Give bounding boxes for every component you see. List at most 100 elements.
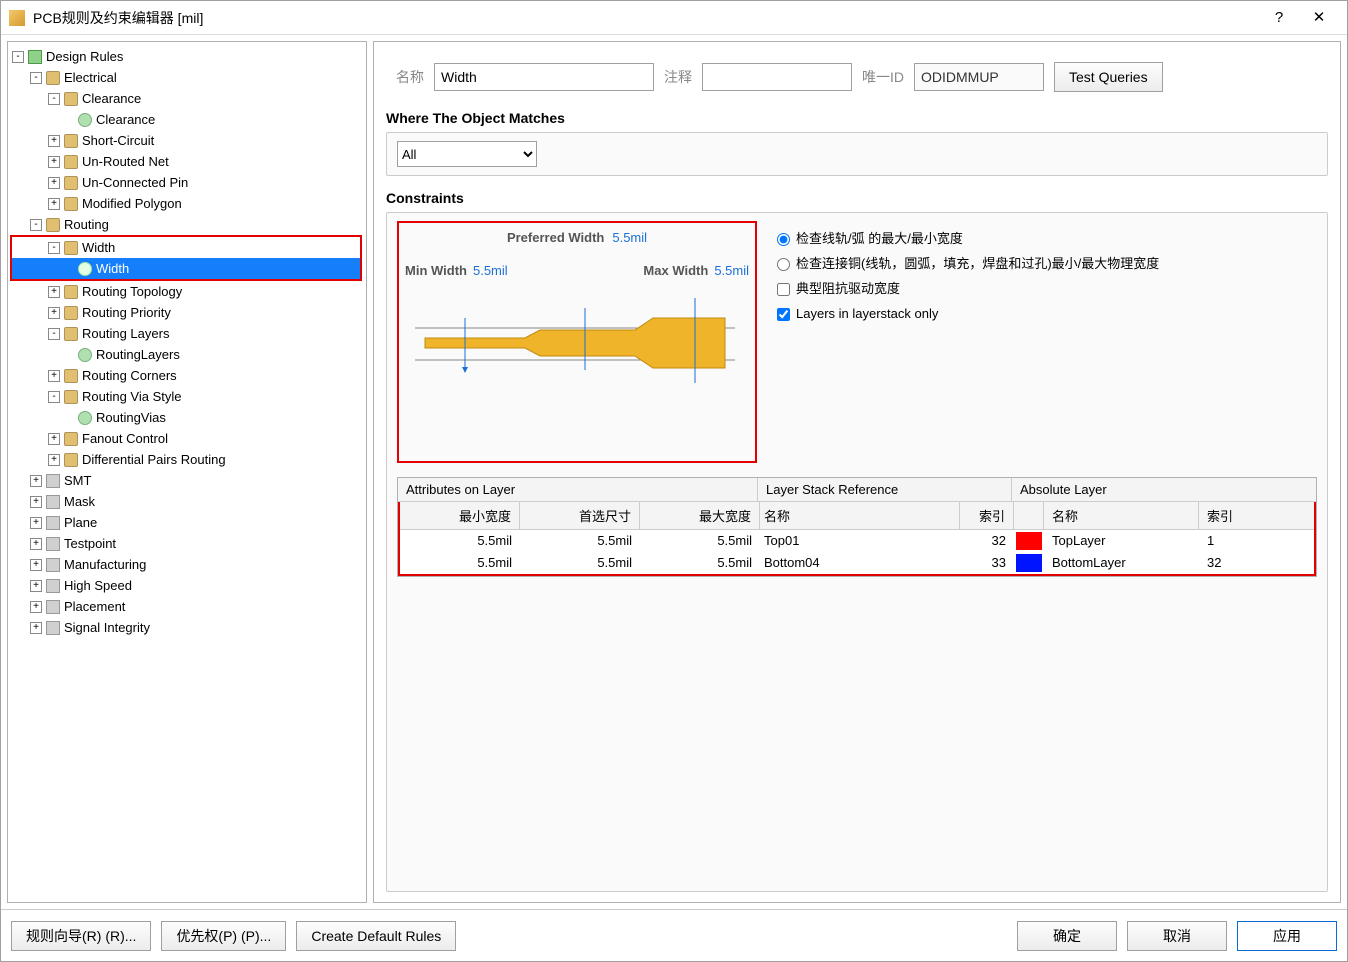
tree-testpoint[interactable]: +Testpoint bbox=[12, 533, 362, 554]
check-mode-option-1[interactable]: 检查线轨/弧 的最大/最小宽度 bbox=[777, 231, 1159, 248]
expand-icon[interactable]: + bbox=[30, 517, 42, 529]
min-width-value[interactable]: 5.5mil bbox=[473, 263, 508, 278]
col-abs[interactable]: 名称 bbox=[1044, 502, 1199, 529]
expand-icon[interactable]: + bbox=[48, 454, 60, 466]
expand-icon[interactable]: + bbox=[48, 370, 60, 382]
close-button[interactable]: ✕ bbox=[1299, 5, 1339, 31]
check-mode-option-2[interactable]: 检查连接铜(线轨，圆弧，填充，焊盘和过孔)最小/最大物理宽度 bbox=[777, 256, 1159, 273]
tree-hispeed[interactable]: +High Speed bbox=[12, 575, 362, 596]
tree-rprio[interactable]: +Routing Priority bbox=[12, 302, 362, 323]
create-defaults-button[interactable]: Create Default Rules bbox=[296, 921, 456, 951]
expand-icon[interactable]: - bbox=[30, 219, 42, 231]
tree-smt[interactable]: +SMT bbox=[12, 470, 362, 491]
cell-min[interactable]: 5.5mil bbox=[400, 552, 520, 574]
expand-icon[interactable]: + bbox=[30, 496, 42, 508]
expand-icon[interactable]: + bbox=[30, 601, 42, 613]
expand-icon[interactable]: - bbox=[30, 72, 42, 84]
tree-width[interactable]: -Width bbox=[12, 237, 360, 258]
col-pref[interactable]: 首选尺寸 bbox=[520, 502, 640, 529]
cell-idx: 33 bbox=[960, 552, 1014, 574]
tree-root[interactable]: - Design Rules bbox=[12, 46, 362, 67]
max-width-value[interactable]: 5.5mil bbox=[714, 263, 749, 278]
tree-unrouted[interactable]: +Un-Routed Net bbox=[12, 151, 362, 172]
expand-icon[interactable]: + bbox=[30, 475, 42, 487]
rules-tree-pane: - Design Rules - Electrical -C bbox=[7, 41, 367, 903]
tree-diffpair[interactable]: +Differential Pairs Routing bbox=[12, 449, 362, 470]
name-label: 名称 bbox=[396, 67, 424, 87]
table-row[interactable]: 5.5mil5.5mil5.5milBottom0433BottomLayer3… bbox=[400, 552, 1314, 574]
expand-icon[interactable]: + bbox=[48, 177, 60, 189]
radio-connected-copper[interactable] bbox=[777, 258, 790, 271]
expand-icon[interactable]: - bbox=[12, 51, 24, 63]
tree-rvia[interactable]: -Routing Via Style bbox=[12, 386, 362, 407]
scope-select[interactable]: All bbox=[397, 141, 537, 167]
table-row[interactable]: 5.5mil5.5mil5.5milTop0132TopLayer1 bbox=[400, 530, 1314, 552]
rule-detail-pane: 名称 注释 唯一ID Test Queries Where The Object… bbox=[373, 41, 1341, 903]
cell-max[interactable]: 5.5mil bbox=[640, 530, 760, 552]
expand-icon[interactable]: + bbox=[48, 156, 60, 168]
priority-button[interactable]: 优先权(P) (P)... bbox=[161, 921, 286, 951]
layer-grid[interactable]: Attributes on Layer Layer Stack Referenc… bbox=[397, 477, 1317, 577]
test-queries-button[interactable]: Test Queries bbox=[1054, 62, 1163, 92]
tree-routing[interactable]: - Routing bbox=[12, 214, 362, 235]
col-min[interactable]: 最小宽度 bbox=[400, 502, 520, 529]
tree-rvias-rule[interactable]: RoutingVias bbox=[12, 407, 362, 428]
expand-icon[interactable]: - bbox=[48, 328, 60, 340]
col-max[interactable]: 最大宽度 bbox=[640, 502, 760, 529]
tree-width-rule[interactable]: Width bbox=[12, 258, 360, 279]
cell-pref[interactable]: 5.5mil bbox=[520, 552, 640, 574]
tree-short[interactable]: +Short-Circuit bbox=[12, 130, 362, 151]
tree-rlayers[interactable]: -Routing Layers bbox=[12, 323, 362, 344]
help-button[interactable]: ? bbox=[1259, 5, 1299, 31]
expand-icon[interactable]: + bbox=[30, 622, 42, 634]
tree-modpoly[interactable]: +Modified Polygon bbox=[12, 193, 362, 214]
tree-electrical[interactable]: - Electrical bbox=[12, 67, 362, 88]
tree-clearance[interactable]: -Clearance bbox=[12, 88, 362, 109]
expand-icon[interactable]: + bbox=[30, 580, 42, 592]
expand-icon[interactable]: + bbox=[48, 433, 60, 445]
ok-button[interactable]: 确定 bbox=[1017, 921, 1117, 951]
expand-icon[interactable]: - bbox=[48, 391, 60, 403]
expand-icon[interactable]: + bbox=[48, 286, 60, 298]
expand-icon[interactable]: + bbox=[48, 135, 60, 147]
expand-icon[interactable]: + bbox=[30, 559, 42, 571]
layerstack-only-check[interactable]: Layers in layerstack only bbox=[777, 306, 1159, 323]
category-icon bbox=[46, 558, 60, 572]
col-idx[interactable]: 索引 bbox=[960, 502, 1014, 529]
tree-unconnected[interactable]: +Un-Connected Pin bbox=[12, 172, 362, 193]
rule-wizard-button[interactable]: 规则向导(R) (R)... bbox=[11, 921, 151, 951]
checkbox-layerstack[interactable] bbox=[777, 308, 790, 321]
tree-label: Width bbox=[96, 261, 129, 276]
pref-width-value[interactable]: 5.5mil bbox=[612, 230, 647, 245]
tree-rlayers-rule[interactable]: RoutingLayers bbox=[12, 344, 362, 365]
tree-clearance-rule[interactable]: Clearance bbox=[12, 109, 362, 130]
tree-mfg[interactable]: +Manufacturing bbox=[12, 554, 362, 575]
tree-plane[interactable]: +Plane bbox=[12, 512, 362, 533]
cell-max[interactable]: 5.5mil bbox=[640, 552, 760, 574]
name-input[interactable] bbox=[434, 63, 654, 91]
category-icon bbox=[64, 197, 78, 211]
tree-placement[interactable]: +Placement bbox=[12, 596, 362, 617]
tree-mask[interactable]: +Mask bbox=[12, 491, 362, 512]
cell-pref[interactable]: 5.5mil bbox=[520, 530, 640, 552]
expand-icon[interactable]: + bbox=[48, 198, 60, 210]
impedance-driven-check[interactable]: 典型阻抗驱动宽度 bbox=[777, 281, 1159, 298]
expand-icon[interactable]: + bbox=[30, 538, 42, 550]
width-diagram: Preferred Width5.5mil Min Width5.5mil Ma… bbox=[397, 221, 757, 463]
cell-min[interactable]: 5.5mil bbox=[400, 530, 520, 552]
col-abs-idx[interactable]: 索引 bbox=[1199, 502, 1314, 529]
expand-icon[interactable]: - bbox=[48, 93, 60, 105]
expand-icon[interactable]: + bbox=[48, 307, 60, 319]
col-lname[interactable]: 名称 bbox=[760, 502, 960, 529]
expand-icon[interactable]: - bbox=[48, 242, 60, 254]
comment-input[interactable] bbox=[702, 63, 852, 91]
checkbox-impedance[interactable] bbox=[777, 283, 790, 296]
apply-button[interactable]: 应用 bbox=[1237, 921, 1337, 951]
cell-abs-idx: 1 bbox=[1199, 530, 1314, 552]
cancel-button[interactable]: 取消 bbox=[1127, 921, 1227, 951]
tree-rcorners[interactable]: +Routing Corners bbox=[12, 365, 362, 386]
tree-fanout[interactable]: +Fanout Control bbox=[12, 428, 362, 449]
radio-track-arc[interactable] bbox=[777, 233, 790, 246]
tree-rtopo[interactable]: +Routing Topology bbox=[12, 281, 362, 302]
tree-sigint[interactable]: +Signal Integrity bbox=[12, 617, 362, 638]
